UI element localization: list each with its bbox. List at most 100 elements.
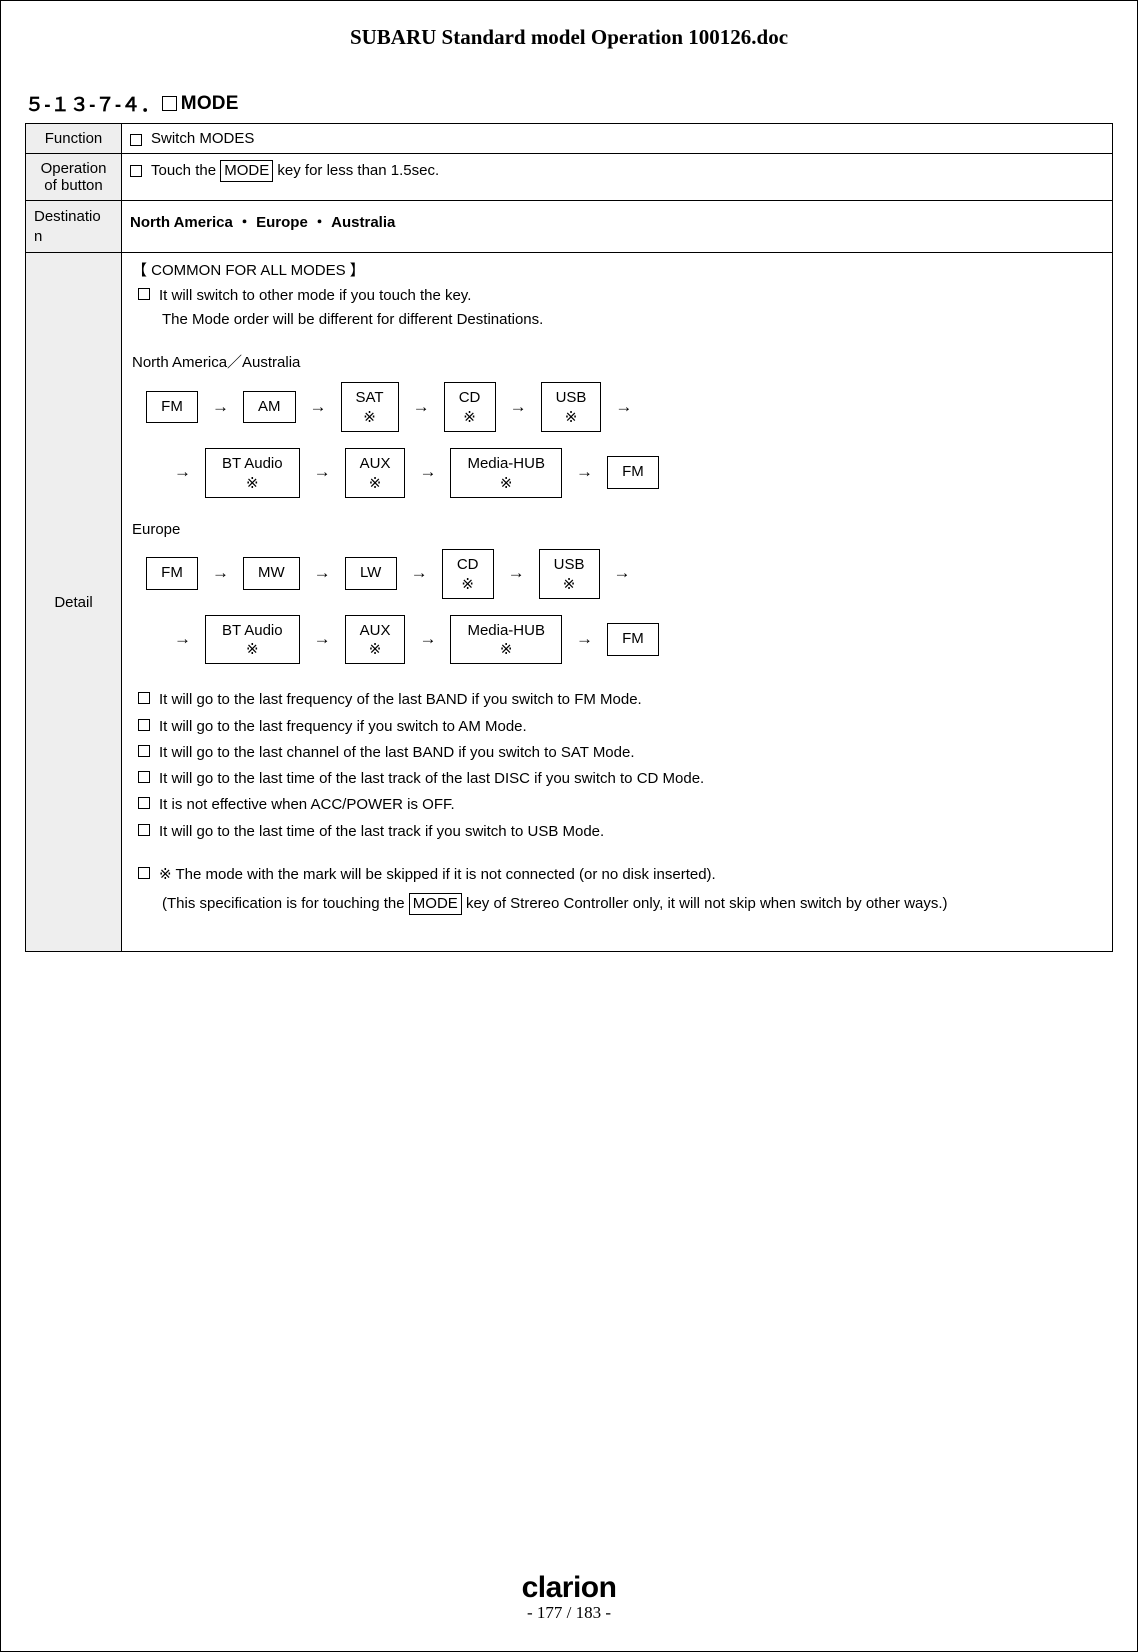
arrow-icon: → [314, 626, 331, 652]
brand-logo: clarion [1, 1571, 1137, 1605]
mode-key-label: MODE [409, 893, 462, 915]
common-header: 【 COMMON FOR ALL MODES 】 [132, 259, 1102, 282]
page-number: - 177 / 183 - [1, 1603, 1137, 1623]
page-footer: clarion - 177 / 183 - [1, 1571, 1137, 1623]
arrow-icon: → [508, 560, 525, 586]
spec-table: Function Switch MODES Operation of butto… [25, 123, 1113, 952]
mode-box: FM [607, 456, 659, 489]
arrow-icon: → [419, 626, 436, 652]
checkbox-icon [138, 867, 150, 879]
section-heading: ５-１３-７-４． MODE [25, 90, 1113, 117]
bullets-list: It will go to the last frequency of the … [132, 688, 1102, 843]
row-value-destination: North America ・ Europe ・ Australia [122, 201, 1113, 253]
paren-post: key of Strereo Controller only, it will … [462, 895, 948, 912]
arrow-icon: → [576, 626, 593, 652]
table-row: Operation of button Touch the MODE key f… [26, 154, 1113, 201]
function-text: Switch MODES [151, 130, 254, 147]
mode-box: BT Audio※ [205, 615, 300, 665]
row-value-detail: 【 COMMON FOR ALL MODES 】 It will switch … [122, 253, 1113, 952]
operation-post: key for less than 1.5sec. [273, 162, 439, 179]
arrow-icon: → [411, 560, 428, 586]
bullet-row: It will go to the last time of the last … [138, 820, 1102, 843]
arrow-icon: → [614, 560, 631, 586]
arrow-icon: → [174, 626, 191, 652]
mode-box: USB※ [539, 549, 600, 599]
bullet-text: It will go to the last frequency if you … [159, 715, 527, 738]
flow-row: → BT Audio※ → AUX※ → Media-HUB※ → FM [174, 448, 1102, 498]
region-label: North America／Australia [132, 351, 1102, 374]
skip-note-text: ※ The mode with the mark will be skipped… [159, 863, 716, 886]
checkbox-icon [162, 96, 177, 111]
detail-content: 【 COMMON FOR ALL MODES 】 It will switch … [130, 259, 1104, 945]
star-icon: ※ [459, 410, 481, 425]
arrow-icon: → [212, 560, 229, 586]
regions-container: North America／Australia FM → AM → SAT※ → CD※ → US… [132, 351, 1102, 665]
checkbox-icon [130, 134, 142, 146]
arrow-icon: → [576, 459, 593, 485]
row-label-function: Function [26, 124, 122, 154]
star-icon: ※ [467, 642, 545, 657]
mode-box: Media-HUB※ [450, 615, 562, 665]
flow-row: FM→MW→LW→CD※→USB※→ [146, 549, 1102, 599]
bullet-text: It will go to the last frequency of the … [159, 688, 642, 711]
mode-box: CD※ [442, 549, 494, 599]
mode-box: Media-HUB※ [450, 448, 562, 498]
checkbox-icon [138, 824, 150, 836]
checkbox-icon [130, 165, 142, 177]
bullet-text: It will go to the last time of the last … [159, 767, 704, 790]
bullet-row: It will go to the last channel of the la… [138, 741, 1102, 764]
arrow-icon: → [174, 459, 191, 485]
operation-text: Touch the MODE key for less than 1.5sec. [151, 160, 439, 182]
bullet-row: It will go to the last time of the last … [138, 767, 1102, 790]
star-icon: ※ [356, 410, 384, 425]
destination-text: North America ・ Europe ・ Australia [130, 214, 395, 231]
document-page: SUBARU Standard model Operation 100126.d… [0, 0, 1138, 1652]
bullet-row: It is not effective when ACC/POWER is OF… [138, 793, 1102, 816]
heading-text: MODE [181, 93, 239, 115]
row-value-function: Switch MODES [122, 124, 1113, 154]
table-row: Detail 【 COMMON FOR ALL MODES 】 It will … [26, 253, 1113, 952]
checkbox-icon [138, 719, 150, 731]
mode-box: FM [146, 391, 198, 424]
region-label: Europe [132, 518, 1102, 541]
flow-row: → BT Audio※ → AUX※ → Media-HUB※ → FM [174, 615, 1102, 665]
arrow-icon: → [413, 394, 430, 420]
intro-line: It will switch to other mode if you touc… [159, 284, 471, 307]
bullet-text: It will go to the last time of the last … [159, 820, 604, 843]
star-icon: ※ [457, 577, 479, 592]
arrow-icon: → [419, 459, 436, 485]
bullet-text: It is not effective when ACC/POWER is OF… [159, 793, 455, 816]
arrow-icon: → [615, 394, 632, 420]
paren-note: (This specification is for touching the … [162, 892, 1102, 915]
arrow-icon: → [314, 560, 331, 586]
mode-box: CD※ [444, 382, 496, 432]
paren-pre: (This specification is for touching the [162, 895, 409, 912]
mode-box: SAT※ [341, 382, 399, 432]
star-icon: ※ [360, 642, 391, 657]
checkbox-icon [138, 771, 150, 783]
row-label-detail: Detail [26, 253, 122, 952]
star-icon: ※ [554, 577, 585, 592]
bullet-text: It will go to the last channel of the la… [159, 741, 635, 764]
mode-box: AUX※ [345, 615, 406, 665]
bullet-row: It will go to the last frequency of the … [138, 688, 1102, 711]
bullet-row: It will go to the last frequency if you … [138, 715, 1102, 738]
row-value-operation: Touch the MODE key for less than 1.5sec. [122, 154, 1113, 201]
star-icon: ※ [467, 476, 545, 491]
arrow-icon: → [314, 459, 331, 485]
mode-box: FM [607, 623, 659, 656]
checkbox-icon [138, 745, 150, 757]
table-row: Function Switch MODES [26, 124, 1113, 154]
mode-box: AUX※ [345, 448, 406, 498]
mode-box: MW [243, 557, 300, 590]
star-icon: ※ [222, 642, 283, 657]
table-row: Destinatio n North America ・ Europe ・ Au… [26, 201, 1113, 253]
star-icon: ※ [556, 410, 587, 425]
mode-box: LW [345, 557, 397, 590]
checkbox-icon [138, 288, 150, 300]
mode-box: BT Audio※ [205, 448, 300, 498]
arrow-icon: → [510, 394, 527, 420]
mode-key-label: MODE [220, 160, 273, 182]
mode-box: AM [243, 391, 296, 424]
arrow-icon: → [310, 394, 327, 420]
